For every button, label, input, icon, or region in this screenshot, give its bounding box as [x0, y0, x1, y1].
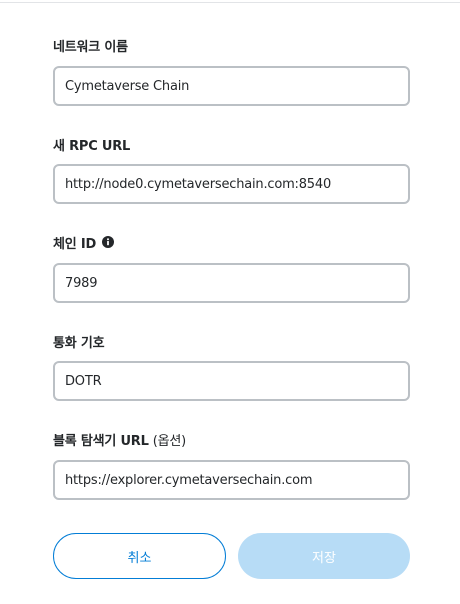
top-divider	[0, 2, 460, 3]
save-button[interactable]: 저장	[238, 533, 410, 579]
currency-symbol-input-box[interactable]	[53, 361, 410, 401]
rpc-url-label: 새 RPC URL	[53, 134, 410, 154]
rpc-url-field: 새 RPC URL	[53, 134, 410, 204]
network-name-input-box[interactable]	[53, 66, 410, 106]
info-icon[interactable]	[102, 236, 115, 248]
chain-id-input-box[interactable]	[53, 263, 410, 303]
rpc-url-label-text: 새 RPC URL	[53, 138, 131, 154]
save-button-label: 저장	[312, 550, 336, 566]
currency-symbol-field: 통화 기호	[53, 331, 410, 401]
rpc-url-input[interactable]	[65, 176, 408, 192]
explorer-url-input-box[interactable]	[53, 460, 410, 500]
cancel-button[interactable]: 취소	[53, 533, 226, 579]
cancel-button-label: 취소	[127, 550, 152, 566]
explorer-url-label: 블록 탐색기 URL (옵션)	[53, 429, 410, 449]
rpc-url-input-box[interactable]	[53, 164, 410, 204]
explorer-url-label-text: 블록 탐색기 URL	[53, 433, 149, 449]
chain-id-label-text: 체인 ID	[53, 236, 97, 252]
network-name-field: 네트워크 이름	[53, 35, 410, 106]
currency-symbol-label-text: 통화 기호	[53, 335, 105, 351]
currency-symbol-label: 통화 기호	[53, 331, 410, 351]
chain-id-field: 체인 ID	[53, 232, 410, 303]
explorer-url-field: 블록 탐색기 URL (옵션)	[53, 429, 410, 500]
explorer-url-input[interactable]	[65, 472, 408, 488]
network-name-label: 네트워크 이름	[53, 35, 410, 55]
chain-id-input[interactable]	[65, 275, 408, 291]
explorer-url-optional-label: (옵션)	[152, 433, 186, 449]
currency-symbol-input[interactable]	[65, 373, 408, 389]
chain-id-label: 체인 ID	[53, 232, 410, 252]
network-name-input[interactable]	[65, 78, 408, 94]
network-name-label-text: 네트워크 이름	[53, 39, 128, 55]
